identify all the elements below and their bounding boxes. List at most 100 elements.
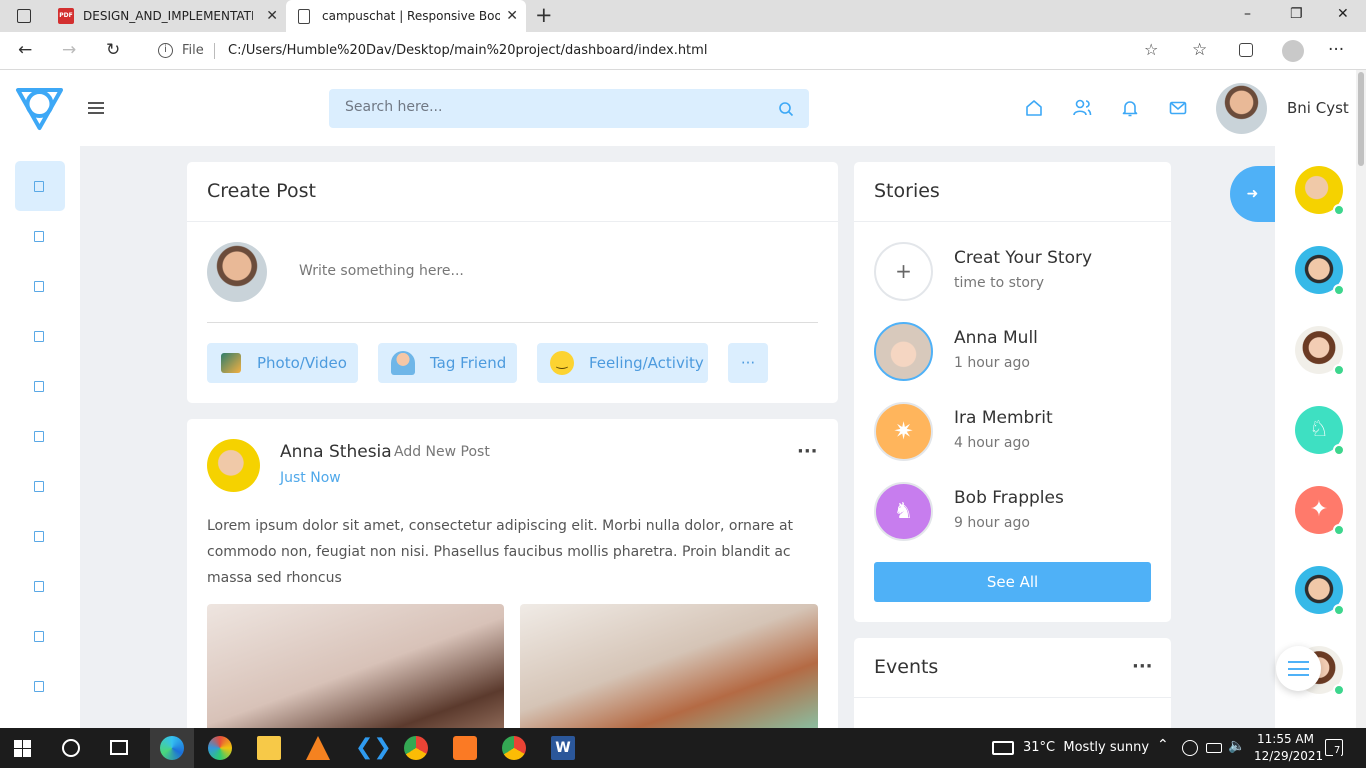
word-icon[interactable]: W xyxy=(551,736,575,760)
online-status-dot xyxy=(1333,604,1345,616)
site-header: Search here... Bni Cyst xyxy=(0,70,1356,146)
windows-start-icon[interactable] xyxy=(14,740,31,757)
new-tab-button[interactable]: + xyxy=(535,3,553,27)
browser-tab-active[interactable]: campuschat | Responsive Bootstr ✕ xyxy=(286,0,526,32)
add-favorite-icon[interactable]: ☆ xyxy=(1144,40,1158,59)
address-bar[interactable]: i File C:/Users/Humble%20Dav/Desktop/mai… xyxy=(144,36,1176,66)
close-tab-icon[interactable]: ✕ xyxy=(506,8,518,24)
post-author-name[interactable]: Anna Sthesia xyxy=(280,442,392,462)
friend-avatar[interactable] xyxy=(1295,166,1345,216)
chrome-icon[interactable] xyxy=(404,736,428,760)
sidebar-nav-icon[interactable] xyxy=(34,181,44,192)
network-icon[interactable] xyxy=(1182,740,1198,756)
post-menu-icon[interactable]: ··· xyxy=(797,441,818,462)
friend-avatar[interactable] xyxy=(1295,246,1345,296)
edge-icon[interactable] xyxy=(160,736,184,760)
events-menu-icon[interactable]: ··· xyxy=(1132,656,1153,677)
story-time: 4 hour ago xyxy=(954,435,1030,451)
file-explorer-icon[interactable] xyxy=(257,736,281,760)
sidebar-nav-icon[interactable] xyxy=(34,381,44,392)
add-story-icon[interactable]: + xyxy=(874,242,933,301)
logo-icon[interactable] xyxy=(14,84,65,132)
clock-date[interactable]: 12/29/2021 xyxy=(1254,749,1323,763)
vscode-icon[interactable]: ❮❯ xyxy=(355,736,392,760)
url-text[interactable]: C:/Users/Humble%20Dav/Desktop/main%20pro… xyxy=(228,43,707,58)
post-author-avatar[interactable] xyxy=(207,439,260,492)
feeling-activity-button[interactable]: ‿ Feeling/Activity xyxy=(537,343,708,383)
sidebar-nav-icon[interactable] xyxy=(34,681,44,692)
sidebar-nav-icon[interactable] xyxy=(34,231,44,242)
story-item[interactable]: Anna Mull 1 hour ago xyxy=(874,322,1154,382)
sidebar-nav-icon[interactable] xyxy=(34,331,44,342)
search-input[interactable]: Search here... xyxy=(345,99,442,115)
settings-menu-icon[interactable]: ··· xyxy=(1328,40,1344,60)
friend-avatar[interactable] xyxy=(1295,326,1345,376)
divider xyxy=(187,221,838,222)
search-icon[interactable] xyxy=(62,739,80,757)
sidebar-nav-icon[interactable] xyxy=(34,581,44,592)
post-composer-input[interactable]: Write something here... xyxy=(299,263,464,279)
friend-avatar[interactable]: ✦ xyxy=(1295,486,1345,536)
chat-toggle-button[interactable]: ➜ xyxy=(1230,166,1275,222)
reload-icon[interactable]: ↻ xyxy=(106,40,120,60)
story-item[interactable]: ✷ Ira Membrit 4 hour ago xyxy=(874,402,1154,462)
tab-actions-icon[interactable] xyxy=(17,9,31,23)
chrome-profile-icon[interactable] xyxy=(502,736,526,760)
friends-icon[interactable] xyxy=(1072,98,1092,118)
button-label: Photo/Video xyxy=(257,354,347,372)
sidebar-nav-icon[interactable] xyxy=(34,531,44,542)
show-hidden-icons[interactable]: ⌃ xyxy=(1157,737,1169,753)
friend-avatar[interactable]: ♘ xyxy=(1295,406,1345,456)
story-item[interactable]: ♞ Bob Frapples 9 hour ago xyxy=(874,482,1154,542)
battery-icon[interactable] xyxy=(1206,743,1222,753)
notification-center-icon[interactable]: 7 xyxy=(1325,739,1343,756)
browser-toolbar: ← → ↻ i File C:/Users/Humble%20Dav/Deskt… xyxy=(0,32,1366,70)
more-actions-button[interactable]: ··· xyxy=(728,343,768,383)
page-scrollbar[interactable] xyxy=(1356,70,1366,728)
user-name[interactable]: Bni Cyst xyxy=(1287,99,1349,117)
see-all-button[interactable]: See All xyxy=(874,562,1151,602)
floating-menu-button[interactable] xyxy=(1276,646,1321,691)
vlc-icon[interactable] xyxy=(306,736,330,760)
search-icon[interactable] xyxy=(778,101,794,117)
xampp-icon[interactable] xyxy=(453,736,477,760)
clock-time[interactable]: 11:55 AM xyxy=(1257,732,1314,746)
story-avatar: ♞ xyxy=(874,482,933,541)
sidebar-nav-icon[interactable] xyxy=(34,631,44,642)
tag-friend-button[interactable]: Tag Friend xyxy=(378,343,517,383)
task-view-icon[interactable] xyxy=(110,740,128,755)
back-icon[interactable]: ← xyxy=(18,40,32,60)
divider xyxy=(207,322,818,323)
close-tab-icon[interactable]: ✕ xyxy=(266,8,278,24)
home-icon[interactable] xyxy=(1024,98,1044,118)
tag-friend-icon xyxy=(391,351,415,375)
weather-text[interactable]: 31°C Mostly sunny xyxy=(1023,740,1149,755)
search-box[interactable]: Search here... xyxy=(329,89,809,128)
profile-icon[interactable] xyxy=(1282,40,1304,62)
button-label: Tag Friend xyxy=(430,354,507,372)
sidebar-nav-icon[interactable] xyxy=(34,431,44,442)
browser-tab-pdf[interactable]: PDF DESIGN_AND_IMPLEMENTATION ✕ xyxy=(50,0,286,32)
left-sidebar xyxy=(0,146,80,728)
paint-icon[interactable] xyxy=(208,736,232,760)
mail-icon[interactable] xyxy=(1168,98,1188,118)
scrollbar-thumb[interactable] xyxy=(1358,72,1364,166)
favorites-icon[interactable]: ☆ xyxy=(1192,40,1207,60)
story-time: 1 hour ago xyxy=(954,355,1030,371)
minimize-button[interactable]: – xyxy=(1244,6,1251,22)
user-avatar[interactable] xyxy=(1216,83,1267,134)
create-story-item[interactable]: + Creat Your Story time to story xyxy=(874,242,1154,302)
sidebar-nav-icon[interactable] xyxy=(34,481,44,492)
restore-button[interactable]: ❐ xyxy=(1290,6,1303,22)
menu-toggle-icon[interactable] xyxy=(88,102,104,114)
info-icon[interactable]: i xyxy=(158,43,173,58)
volume-icon[interactable]: 🔈 xyxy=(1228,738,1245,754)
collections-icon[interactable] xyxy=(1239,43,1253,57)
sidebar-nav-icon[interactable] xyxy=(34,281,44,292)
close-window-button[interactable]: ✕ xyxy=(1337,6,1349,22)
online-status-dot xyxy=(1333,684,1345,696)
forward-icon[interactable]: → xyxy=(62,40,76,60)
photo-video-button[interactable]: Photo/Video xyxy=(207,343,358,383)
notification-bell-icon[interactable] xyxy=(1120,98,1140,118)
friend-avatar[interactable] xyxy=(1295,566,1345,616)
